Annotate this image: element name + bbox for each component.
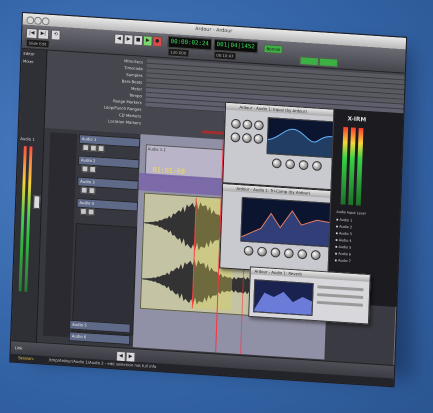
edit-mode-select[interactable]: Slide Edit (25, 38, 50, 49)
goto-end-button[interactable]: ▶ (123, 34, 134, 46)
fast-forward-end-button[interactable]: ▶| (37, 28, 50, 40)
record-button[interactable]: ● (152, 35, 163, 48)
comp-knob-2[interactable] (257, 246, 268, 257)
play-button[interactable]: ▶ (142, 35, 153, 47)
eq-knob-1[interactable] (230, 118, 241, 129)
eq-curve-display[interactable] (266, 117, 341, 159)
eq-knob-8[interactable] (285, 159, 296, 170)
track-4-body (71, 223, 138, 336)
editor-label[interactable]: Editor (23, 51, 35, 57)
level-meter-3 (355, 127, 364, 206)
comp-knob-3[interactable] (270, 247, 281, 258)
ruler-labels: Mins:Secs Timecode Samples Bars:Beats Meter T… (83, 55, 145, 127)
rec-button-1[interactable] (97, 144, 105, 153)
stop-button[interactable]: ■ (133, 34, 144, 47)
solo-button-4[interactable] (87, 208, 95, 216)
fader-handle[interactable] (33, 195, 41, 210)
meter-label: Audio Input Level (336, 209, 366, 216)
reverb-display[interactable] (253, 279, 314, 317)
eq-knob-5[interactable] (241, 132, 252, 144)
close-window-icon[interactable] (26, 16, 35, 25)
track-headers: Audio 1 Audio 2 Audio 3 Audio 4 (36, 127, 141, 348)
ardour-window: Ardour - Ardour |◀ ▶| ⟲ ◀ ▶ ■ ▶ ● 00:00:… (9, 12, 408, 388)
solo-button-1[interactable] (89, 144, 97, 152)
level-meter-1 (340, 126, 349, 205)
eq-knob-9[interactable] (298, 159, 309, 171)
eq-knob-10[interactable] (312, 160, 322, 172)
eq-plugin-window: Ardour - Audio 1: Equal (by Ardour) (222, 101, 346, 191)
sync-indicator (299, 56, 319, 67)
mute-button-3[interactable] (80, 186, 88, 194)
comp-knob-1[interactable] (243, 245, 254, 256)
zoom-window-icon[interactable] (41, 17, 50, 26)
desktop: Ardour - Ardour |◀ ▶| ⟲ ◀ ▶ ■ ▶ ● 00:00:… (0, 0, 433, 413)
cursor-box[interactable]: 00:10:47 (213, 50, 237, 61)
plugin-logo: X-IRM (347, 115, 367, 124)
solo-button-3[interactable] (88, 187, 96, 195)
strip-label: Audio 1 (20, 136, 35, 142)
comp-graph-display[interactable] (240, 197, 336, 248)
eq-knob-6[interactable] (253, 133, 264, 145)
status-label: Session: (18, 355, 35, 362)
bpm-box[interactable]: 120.000 (167, 47, 190, 58)
comp-knob-4[interactable] (283, 248, 294, 259)
eq-knob-3[interactable] (253, 120, 264, 131)
loop-button[interactable]: ⟲ (50, 29, 61, 41)
eq-knob-7[interactable] (271, 158, 282, 169)
comp-knob-5[interactable] (297, 249, 308, 260)
punch-indicator (318, 57, 339, 68)
level-meter-2 (348, 127, 356, 206)
reverb-slider-2[interactable] (317, 293, 364, 299)
comp-plugin-window: Ardour - Audio 1: Tri-Comp (by Ardour) (219, 183, 343, 277)
reverb-dialog: Ardour - Audio 1: Reverb (248, 266, 371, 325)
mute-button-1[interactable] (82, 143, 90, 152)
mute-button-4[interactable] (79, 207, 87, 216)
mode-box[interactable]: Normal (263, 44, 284, 55)
minimize-window-icon[interactable] (34, 16, 42, 25)
eq-knob-2[interactable] (242, 119, 253, 130)
mixer-label[interactable]: Mixer (23, 59, 34, 65)
right-track-list: ▪ Audio 1 ▪ Audio 2 ▪ Audio 3 ▪ Audio 4 ▪ Au… (335, 218, 394, 269)
rewind-start-button[interactable]: |◀ (25, 27, 38, 40)
eq-knob-4[interactable] (230, 132, 241, 143)
mute-button-2[interactable] (81, 165, 89, 173)
solo-button-2[interactable] (89, 165, 97, 173)
reverb-slider-3[interactable] (316, 300, 363, 307)
link-mode-label: Link (14, 345, 23, 351)
goto-start-button[interactable]: ◀ (113, 33, 124, 45)
reverb-slider-1[interactable] (317, 285, 364, 292)
window-title: Ardour - Ardour (195, 26, 233, 35)
comp-knob-6[interactable] (310, 249, 321, 261)
